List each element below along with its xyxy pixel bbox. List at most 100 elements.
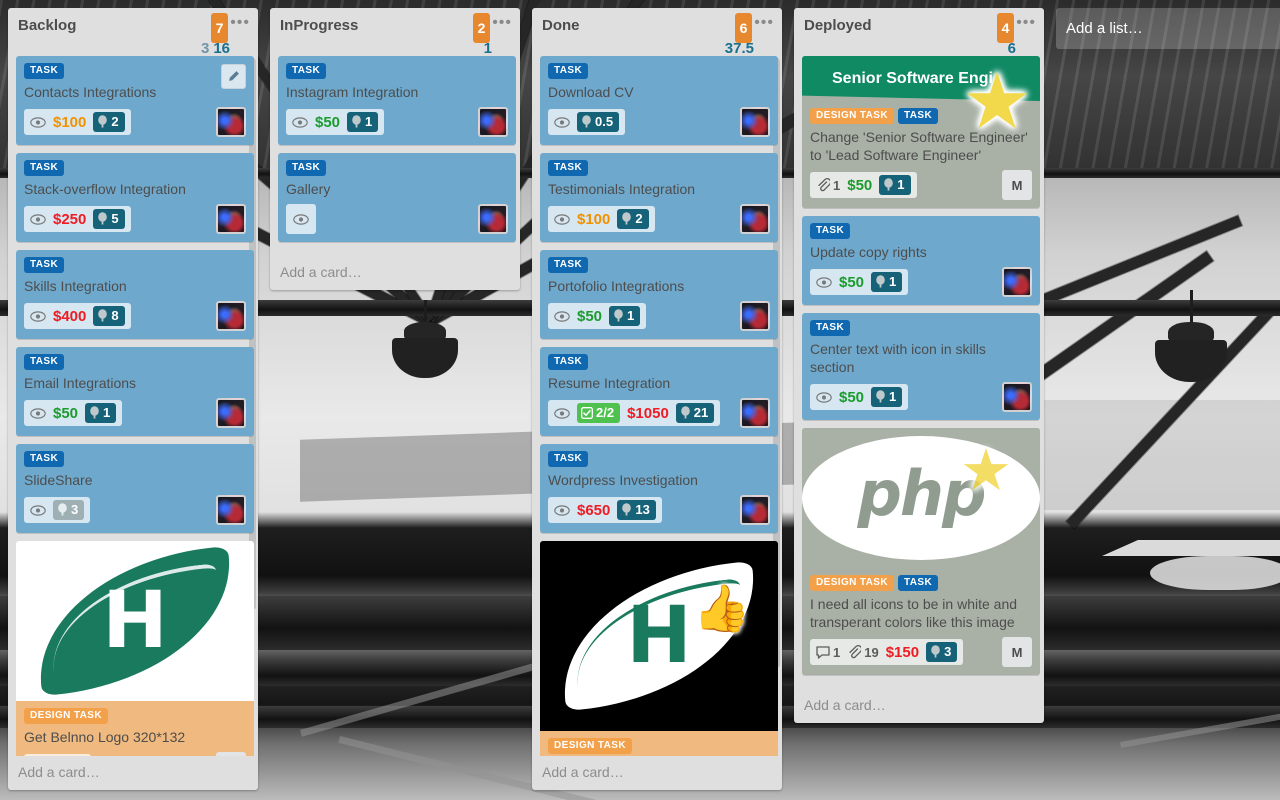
cards-scroll-area[interactable]: TASK Instagram Integration $50 1 TASK Ga…: [270, 56, 520, 256]
card-badges: 1 19 $150 3: [810, 639, 964, 665]
cards-scroll-area[interactable]: TASK Download CV 0.5 TASK Testimonials I…: [532, 56, 782, 756]
add-list-button[interactable]: Add a list…: [1056, 8, 1280, 49]
badge-points: 13: [617, 500, 656, 520]
card-contacts-integrations[interactable]: TASK Contacts Integrations $100 2: [16, 56, 254, 145]
avatar-initial[interactable]: M: [216, 752, 246, 756]
avatar[interactable]: [740, 107, 770, 137]
avatar[interactable]: [1002, 267, 1032, 297]
card-change-h-favicon[interactable]: H 👍 DESIGN TASK Change H favicon: [540, 541, 778, 756]
card-instagram-integration[interactable]: TASK Instagram Integration $50 1: [278, 56, 516, 145]
card-resume-integration[interactable]: TASK Resume Integration 2/2 $1050 21: [540, 347, 778, 436]
label-task: TASK: [548, 451, 589, 467]
badge-money: $50: [839, 273, 865, 291]
card-title: Stack-overflow Integration: [24, 181, 186, 197]
label-task: TASK: [548, 354, 589, 370]
card-title: Instagram Integration: [286, 84, 419, 100]
avatar[interactable]: [216, 204, 246, 234]
avatar[interactable]: [740, 301, 770, 331]
list-inprogress[interactable]: InProgress 2 ••• 1 TASK Instagram Integr…: [270, 8, 520, 290]
badge-points-value: 1: [897, 177, 905, 192]
avatar[interactable]: [478, 204, 508, 234]
card-email-integrations[interactable]: TASK Email Integrations $50 1: [16, 347, 254, 436]
avatar[interactable]: [216, 301, 246, 331]
list-card-count: 4: [997, 13, 1014, 43]
card-title: Download CV: [548, 84, 634, 100]
list-done[interactable]: Done 6 ••• 37.5 TASK Download CV 0.5 TAS…: [532, 8, 782, 790]
badge-points-value: 1: [627, 308, 635, 323]
card-labels: DESIGN TASK: [24, 708, 246, 724]
paperclip-icon: [847, 645, 862, 659]
avatar[interactable]: [216, 495, 246, 525]
avatar[interactable]: [1002, 382, 1032, 412]
avatar-initial[interactable]: M: [1002, 637, 1032, 667]
card-labels: TASK: [548, 354, 770, 370]
label-task: TASK: [810, 320, 851, 336]
eye-icon: [554, 116, 570, 128]
label-design-task: DESIGN TASK: [810, 575, 894, 591]
badge-money: $1050: [627, 404, 669, 422]
list-menu-icon[interactable]: •••: [492, 15, 512, 31]
list-sums: 37.5: [721, 40, 754, 57]
card-title: SlideShare: [24, 472, 93, 488]
card-center-text-with-icon[interactable]: TASK Center text with icon in skills sec…: [802, 313, 1040, 420]
cards-scroll-area[interactable]: TASK Contacts Integrations $100 2 TASK S…: [8, 56, 258, 756]
list-sum-secondary: 3: [200, 40, 210, 57]
card-icons-white-transparent[interactable]: php ★ DESIGN TASK TASK I need all icons …: [802, 428, 1040, 675]
card-download-cv[interactable]: TASK Download CV 0.5: [540, 56, 778, 145]
badge-points: 5: [93, 209, 125, 229]
add-card-button[interactable]: Add a card…: [8, 756, 258, 790]
list-backlog[interactable]: Backlog 7 ••• 3 16 TASK Contacts Integra…: [8, 8, 258, 790]
card-change-senior-software-engineer[interactable]: Senior Software Engi ★ DESIGN TASK TASK …: [802, 56, 1040, 208]
card-get-belnno-logo[interactable]: H DESIGN TASK Get Belnno Logo 320*132: [16, 541, 254, 756]
badge-checklist: 2/2: [577, 403, 621, 423]
eye-icon: [30, 504, 46, 516]
avatar[interactable]: [740, 495, 770, 525]
card-update-copy-rights[interactable]: TASK Update copy rights $50 1: [802, 216, 1040, 305]
eye-icon: [30, 310, 46, 322]
badge-points-value: 3: [944, 644, 952, 659]
balloon-icon: [875, 390, 886, 403]
list-deployed[interactable]: Deployed 4 ••• 6 Senior Software Engi ★: [794, 8, 1044, 723]
card-labels: TASK: [548, 451, 770, 467]
card-stack-overflow-integration[interactable]: TASK Stack-overflow Integration $250 5: [16, 153, 254, 242]
label-task: TASK: [898, 575, 939, 591]
add-card-button[interactable]: Add a card…: [270, 256, 520, 290]
list-menu-icon[interactable]: •••: [754, 15, 774, 31]
card-skills-integration[interactable]: TASK Skills Integration $400 8: [16, 250, 254, 339]
card-labels: TASK: [810, 223, 1032, 239]
kanban-board: Backlog 7 ••• 3 16 TASK Contacts Integra…: [0, 0, 1280, 800]
avatar[interactable]: [740, 398, 770, 428]
card-gallery[interactable]: TASK Gallery: [278, 153, 516, 242]
avatar[interactable]: [740, 204, 770, 234]
list-menu-icon[interactable]: •••: [230, 15, 250, 31]
edit-card-button[interactable]: [221, 64, 246, 89]
badge-points-value: 21: [693, 405, 709, 420]
card-portofolio-integrations[interactable]: TASK Portofolio Integrations $50 1: [540, 250, 778, 339]
balloon-icon: [621, 503, 632, 516]
avatar[interactable]: [216, 107, 246, 137]
checklist-icon: [581, 406, 593, 419]
badge-attachments-value: 19: [864, 644, 879, 660]
card-labels: TASK: [548, 63, 770, 79]
card-title: Wordpress Investigation: [548, 472, 698, 488]
card-title: Contacts Integrations: [24, 84, 157, 100]
card-labels: TASK: [24, 63, 246, 79]
badge-money: $150: [885, 643, 920, 661]
cards-scroll-area[interactable]: Senior Software Engi ★ DESIGN TASK TASK …: [794, 56, 1044, 689]
avatar[interactable]: [478, 107, 508, 137]
list-menu-icon[interactable]: •••: [1016, 15, 1036, 31]
card-slideshare[interactable]: TASK SlideShare 3: [16, 444, 254, 533]
list-sums: 1: [480, 40, 492, 57]
badge-money: $250: [53, 210, 87, 228]
badge-points: 1: [347, 112, 379, 132]
card-wordpress-investigation[interactable]: TASK Wordpress Investigation $650 13: [540, 444, 778, 533]
eye-icon: [30, 407, 46, 419]
list-card-count: 2: [473, 13, 490, 43]
card-testimonials-integration[interactable]: TASK Testimonials Integration $100 2: [540, 153, 778, 242]
add-card-button[interactable]: Add a card…: [532, 756, 782, 790]
avatar[interactable]: [216, 398, 246, 428]
avatar-initial[interactable]: M: [1002, 170, 1032, 200]
add-card-button[interactable]: Add a card…: [794, 689, 1044, 723]
card-badges: $250 5: [24, 206, 131, 232]
badge-points: 0.5: [577, 112, 620, 132]
